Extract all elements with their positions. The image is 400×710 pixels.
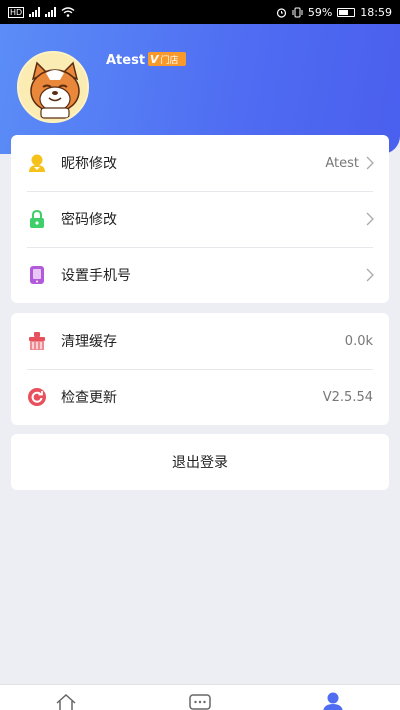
chevron-right-icon [366,156,374,170]
vibrate-icon [292,7,303,17]
password-row[interactable]: 密码修改 [11,191,389,247]
status-right: 59% 18:59 [276,6,392,19]
user-name: Atest [106,53,146,68]
bottom-tab-bar [0,684,400,710]
user-icon [29,154,45,172]
nickname-value: Atest [325,155,359,171]
wifi-icon [61,7,75,17]
cache-size-value: 0.0k [344,333,373,349]
nickname-row[interactable]: 昵称修改 Atest [11,135,389,191]
nickname-label: 昵称修改 [61,156,117,172]
avatar[interactable] [17,51,89,123]
check-update-label: 检查更新 [61,390,117,406]
chevron-right-icon [366,268,374,282]
store-badge: V 门店 [148,52,186,66]
lock-icon [30,209,44,228]
password-label: 密码修改 [61,212,117,228]
message-icon[interactable] [189,693,211,710]
update-icon [28,388,46,406]
profile-icon[interactable] [322,691,344,710]
logout-button[interactable]: 退出登录 [11,434,389,490]
carrier-label: HD [8,6,25,18]
clear-cache-label: 清理缓存 [61,334,117,350]
account-settings-card: 昵称修改 Atest 密码修改 设置手机号 [11,135,389,303]
signal-icon-2 [45,7,57,17]
phone-label: 设置手机号 [61,268,131,284]
app-settings-card: 清理缓存 0.0k 检查更新 V2.5.54 [11,313,389,425]
clock-time: 18:59 [360,5,392,19]
check-update-row[interactable]: 检查更新 V2.5.54 [11,369,389,425]
alarm-icon [276,7,286,18]
phone-row[interactable]: 设置手机号 [11,247,389,303]
battery-icon [337,7,356,17]
status-left: HD [8,6,75,18]
phone-icon [30,266,44,284]
store-badge-label: 门店 [160,55,179,66]
battery-percent: 59% [307,5,333,19]
home-icon[interactable] [55,693,77,710]
chevron-right-icon [366,212,374,226]
verified-mark: V [150,52,159,66]
broom-icon [29,332,45,350]
version-value: V2.5.54 [322,389,373,405]
status-bar: HD 59% 18:59 [0,0,400,24]
signal-icon [29,7,41,17]
clear-cache-row[interactable]: 清理缓存 0.0k [11,313,389,369]
